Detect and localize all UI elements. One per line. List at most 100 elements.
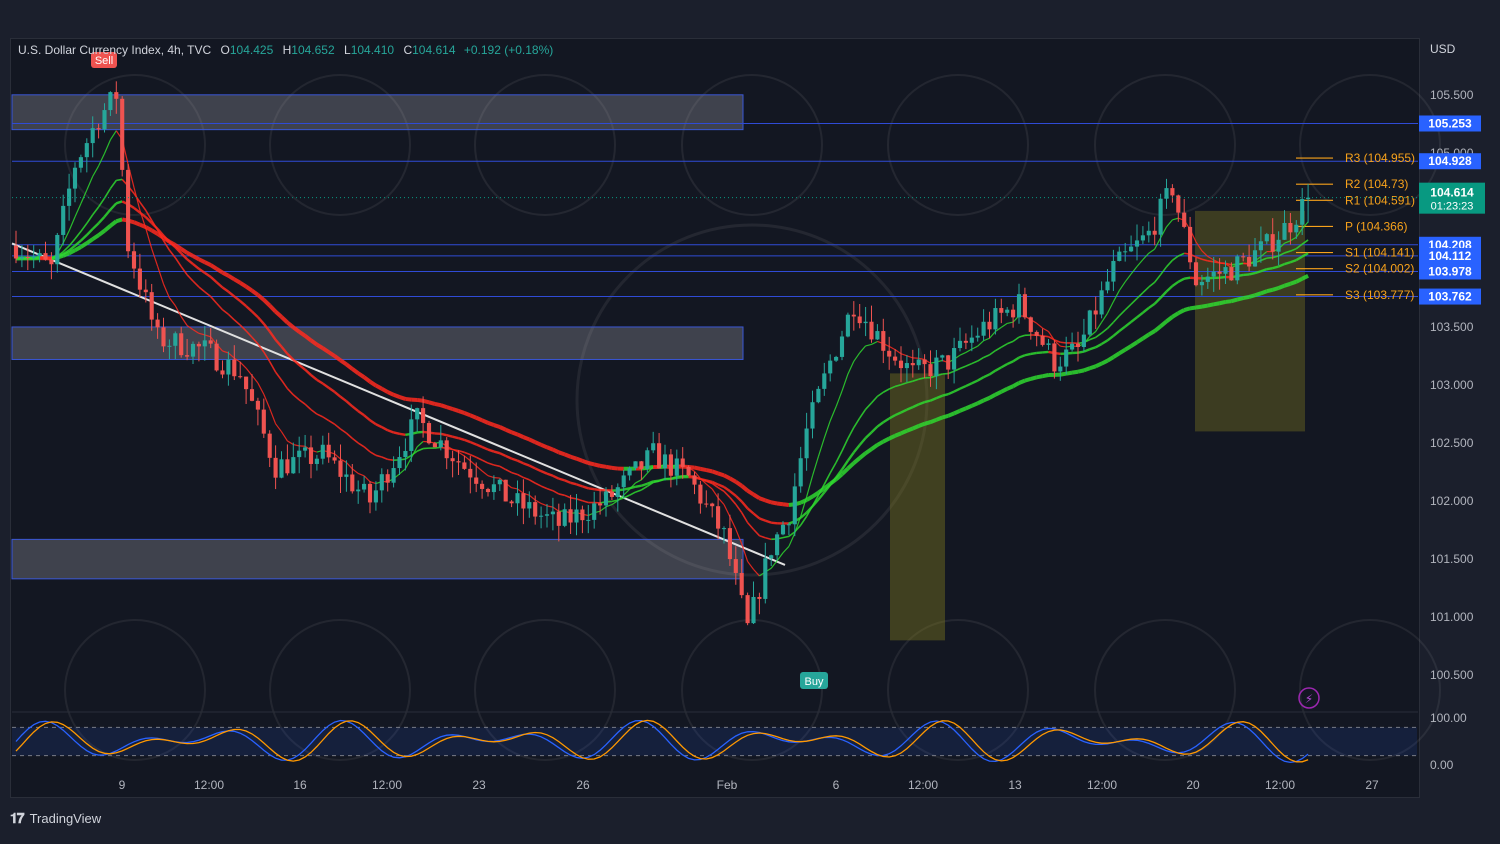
moving-average-segment (446, 434, 453, 438)
moving-average-segment (870, 443, 879, 451)
moving-average-segment (245, 305, 253, 313)
x-tick-label: 16 (293, 778, 307, 792)
candle-body (1205, 276, 1210, 282)
moving-average-segment (517, 488, 524, 494)
moving-average-segment (1177, 308, 1186, 315)
moving-average-segment (1024, 376, 1032, 383)
moving-average-segment (858, 437, 867, 446)
pivot-label: R2 (104.73) (1345, 177, 1408, 191)
moving-average-segment (587, 461, 595, 467)
open-label: O (220, 43, 230, 57)
moving-average-segment (1207, 302, 1215, 308)
candle-body (1093, 310, 1098, 315)
moving-average-segment (1060, 341, 1067, 344)
moving-average-segment (328, 386, 336, 393)
candle-body (910, 363, 915, 366)
moving-average-segment (694, 465, 701, 471)
moving-average-segment (1024, 352, 1032, 357)
moving-average-segment (1184, 276, 1191, 280)
moving-average-segment (334, 423, 342, 430)
moving-average-segment (393, 431, 400, 436)
moving-average-segment (706, 479, 713, 484)
y-tick-label: 101.500 (1430, 552, 1474, 566)
candle-body (1058, 366, 1063, 372)
moving-average-segment (823, 420, 831, 439)
footer-brand[interactable]: 𝟏𝟕 TradingView (10, 810, 101, 827)
moving-average-segment (1006, 340, 1014, 345)
moving-average-segment (328, 419, 336, 425)
moving-average-segment (493, 450, 501, 455)
open-value: 104.425 (229, 43, 274, 57)
candle-body (881, 331, 886, 351)
moving-average-segment (599, 463, 607, 469)
moving-average-segment (735, 503, 743, 514)
moving-average-segment (841, 438, 849, 452)
moving-average-segment (929, 417, 938, 424)
moving-average-segment (511, 457, 518, 462)
moving-average-segment (563, 452, 572, 459)
candle-body (131, 251, 137, 269)
level-badge-label: 105.253 (1428, 116, 1472, 130)
x-tick-label: 23 (472, 778, 486, 792)
moving-average-segment (216, 302, 224, 311)
moving-average-segment (357, 410, 365, 417)
moving-average-segment (723, 490, 731, 498)
candle-body (37, 253, 42, 257)
oscillator-min-label: 0.00 (1430, 758, 1454, 772)
moving-average-segment (882, 436, 891, 444)
candle-body (745, 595, 750, 624)
candle-body (67, 188, 72, 206)
moving-average-segment (280, 431, 288, 442)
moving-average-segment (392, 392, 401, 399)
moving-average-segment (186, 274, 194, 282)
moving-average-segment (959, 384, 967, 390)
candle-body (1188, 226, 1193, 263)
moving-average-segment (268, 304, 278, 314)
candle-body (521, 493, 526, 509)
candle-body (1217, 271, 1222, 274)
moving-average-segment (882, 417, 890, 424)
moving-average-segment (746, 507, 755, 515)
moving-average-segment (941, 413, 949, 420)
candle-body (1182, 212, 1187, 227)
moving-average-segment (192, 254, 200, 262)
moving-average-segment (333, 390, 342, 398)
moving-average-segment (835, 450, 843, 463)
candle-body (946, 355, 951, 370)
moving-average-segment (570, 481, 577, 486)
moving-average-segment (711, 469, 719, 476)
moving-average-segment (740, 484, 749, 493)
x-tick-label: 12:00 (908, 778, 938, 792)
moving-average-segment (304, 368, 312, 376)
candle-body (916, 359, 921, 366)
moving-average-segment (942, 393, 949, 397)
moving-average-segment (723, 486, 731, 493)
moving-average-segment (351, 405, 359, 413)
moving-average-segment (734, 494, 743, 503)
moving-average-segment (221, 286, 230, 293)
moving-average-segment (322, 416, 330, 422)
moving-average-segment (1065, 370, 1073, 376)
moving-average-segment (157, 265, 165, 285)
moving-average-segment (1042, 327, 1049, 333)
moving-average-segment (404, 457, 412, 470)
moving-average-segment (1077, 350, 1085, 354)
symbol-legend[interactable]: U.S. Dollar Currency Index, 4h, TVC O104… (18, 43, 553, 57)
moving-average-segment (1171, 255, 1179, 261)
moving-average-segment (86, 176, 94, 191)
moving-average-segment (1007, 321, 1014, 325)
candlestick-chart[interactable]: 105.500105.000103.500103.000102.500102.0… (0, 0, 1500, 844)
candle-body (769, 555, 774, 559)
moving-average-segment (1012, 381, 1020, 389)
moving-average-segment (180, 247, 189, 255)
candle-body (1294, 224, 1299, 233)
moving-average-segment (357, 472, 365, 477)
moving-average-segment (817, 437, 825, 457)
moving-average-segment (250, 289, 260, 297)
moving-average-segment (310, 374, 318, 381)
high-value: 104.652 (291, 43, 335, 57)
moving-average-segment (316, 378, 324, 385)
y-tick-label: 103.500 (1430, 320, 1474, 334)
moving-average-segment (705, 468, 713, 474)
moving-average-segment (1106, 321, 1114, 329)
